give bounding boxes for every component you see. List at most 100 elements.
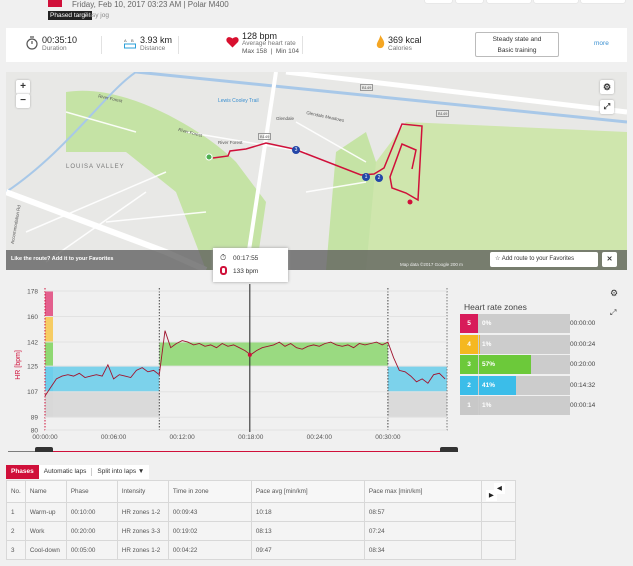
zone-percent: 1% [482,402,492,409]
zone-percent: 0% [482,320,492,327]
stopwatch-icon: ⏱ [220,253,227,262]
range-handle-left[interactable] [35,447,53,452]
col-time-in-zone: Time in zone [167,480,252,503]
route-map[interactable]: 1 2 3 Lewis Cooley Trail River Forest Ri… [6,72,627,270]
zone-percent: 1% [482,340,492,348]
zone-strip-5 [45,291,53,317]
phase-band [159,342,388,367]
zone-strip-4 [45,316,53,343]
zone-row: 2 41% [460,375,570,395]
toolbar-button[interactable] [425,0,452,3]
add-route-label: Add route to your Favorites [501,256,575,262]
route-marker-2[interactable]: 2 [375,174,383,182]
star-icon: ☆ [495,256,501,262]
col-pace-max: Pace max [min/km] [363,480,482,503]
duration-value: 00:35:10 [42,35,78,45]
col-no: No. [6,480,26,503]
table-header: No. Name Phase Intensity Time in zone Pa… [6,480,517,503]
route-marker-3[interactable]: 3 [292,146,300,154]
summary-bar: 00:35:10 Duration AB 3.93 km Distance 12… [6,28,627,62]
zone-strip-3 [45,342,53,367]
calories-value: 369 kcal [388,35,422,45]
col-intensity: Intensity [116,480,169,503]
zone-time: 00:00:24 [570,340,596,348]
toolbar-button[interactable] [456,0,483,3]
y-axis-label: HR [bpm] [15,350,22,380]
table-cell [480,521,517,541]
col-pace-avg: Pace avg [min/km] [250,480,365,503]
zone-percent: 57% [482,361,496,368]
table-cell: 00:04:22 [167,540,252,560]
zone-bar [479,396,480,415]
y-tick-label: 89 [31,415,39,422]
route-marker-1[interactable]: 1 [362,173,370,181]
hr-chart[interactable]: 178160142125107898000:00:00 00:06:00 00:12… [0,282,460,452]
zone-number: 4 [460,334,478,354]
add-route-favorites-button[interactable]: ☆ Add route to your Favorites [490,252,598,267]
zoom-in-button[interactable]: + [16,80,30,94]
map-canvas[interactable] [6,72,627,270]
heart-icon [226,37,239,48]
target-name[interactable]: Easy jog [84,12,109,19]
phase-band [53,391,160,418]
training-benefit-button[interactable]: Steady state and Basic training [475,32,559,57]
tab-phases[interactable]: Phases [6,465,39,479]
tab-automatic-laps[interactable]: Automatic laps [39,468,93,476]
table-cell: 08:13 [250,521,365,541]
table-cell: 2 [6,521,26,541]
phases-table: No. Name Phase Intensity Time in zone Pa… [6,480,517,560]
table-row[interactable]: 2 Work 00:20:00 HR zones 3-3 00:19:02 08:13 07… [6,521,517,541]
table-cell: 08:34 [363,540,482,560]
table-cell: 00:20:00 [65,521,118,541]
zone-strip-1 [45,391,53,418]
table-cell: 00:05:00 [65,540,118,560]
col-nav: ◀ ▶ [480,480,517,503]
next-column-button[interactable]: ▶ [485,489,497,501]
zone-time: 00:00:14 [570,402,596,409]
table-row[interactable]: 3 Cool-down 00:05:00 HR zones 1-2 00:04:22 09… [6,540,517,560]
favorites-prompt[interactable]: Like the route? Add it to your Favorites [11,256,113,262]
col-phase: Phase [65,480,118,503]
zone-number: 5 [460,314,478,333]
map-settings-icon[interactable]: ⚙ [600,80,614,94]
x-tick-label: 00:06:00 [101,434,127,441]
table-cell: Warm-up [24,502,67,522]
tab-split-into-laps[interactable]: Split into laps ▼ [92,465,149,479]
range-handle-right[interactable] [440,447,458,452]
close-favorites-button[interactable]: ✕ [602,252,617,267]
y-tick-label: 142 [27,340,38,347]
zone-percent: 41% [482,381,496,389]
map-attribution: Map data ©2017 Google 200 m [400,262,463,267]
zoom-out-button[interactable]: − [16,94,30,108]
toolbar-button[interactable] [534,0,578,3]
zone-number: 1 [460,396,478,415]
table-cell: 1 [6,502,26,522]
more-link[interactable]: more [594,40,609,47]
zone-row: 4 1% [460,334,570,354]
heart-rate-icon [220,266,227,275]
map-label: B149 [258,133,272,140]
logo [48,0,62,7]
x-tick-label: 00:18:00 [238,434,264,441]
table-cell: Cool-down [24,540,67,560]
map-label: Glendale [276,116,295,121]
hr-minmax: Max 158 | Min 104 [242,48,299,55]
map-label: LOUISA VALLEY [66,164,125,170]
toolbar-button[interactable] [487,0,531,3]
x-tick-label: 00:24:00 [307,434,333,441]
favorites-bar: Like the route? Add it to your Favorites… [6,250,627,270]
fullscreen-icon[interactable]: ⤢ [600,100,614,114]
table-cell: HR zones 1-2 [116,502,169,522]
table-row[interactable]: 1 Warm-up 00:10:00 HR zones 1-2 00:09:43 10:1… [6,502,517,522]
y-tick-label: 160 [27,314,38,321]
chart-settings-icon[interactable]: ⚙ [610,288,618,299]
tooltip-time: 00:17:55 [233,255,259,262]
chart-fullscreen-icon[interactable]: ⤢ [610,308,616,318]
tooltip-hr: 133 bpm [233,268,259,275]
date-device: Friday, Feb 10, 2017 03:23 AM | Polar M4… [72,0,229,9]
map-label: Lewis Cooley Trail [218,98,259,104]
toolbar-button[interactable] [581,0,625,3]
zone-strip-2 [45,366,53,392]
phase-band [387,391,447,418]
phase-band [387,366,447,392]
